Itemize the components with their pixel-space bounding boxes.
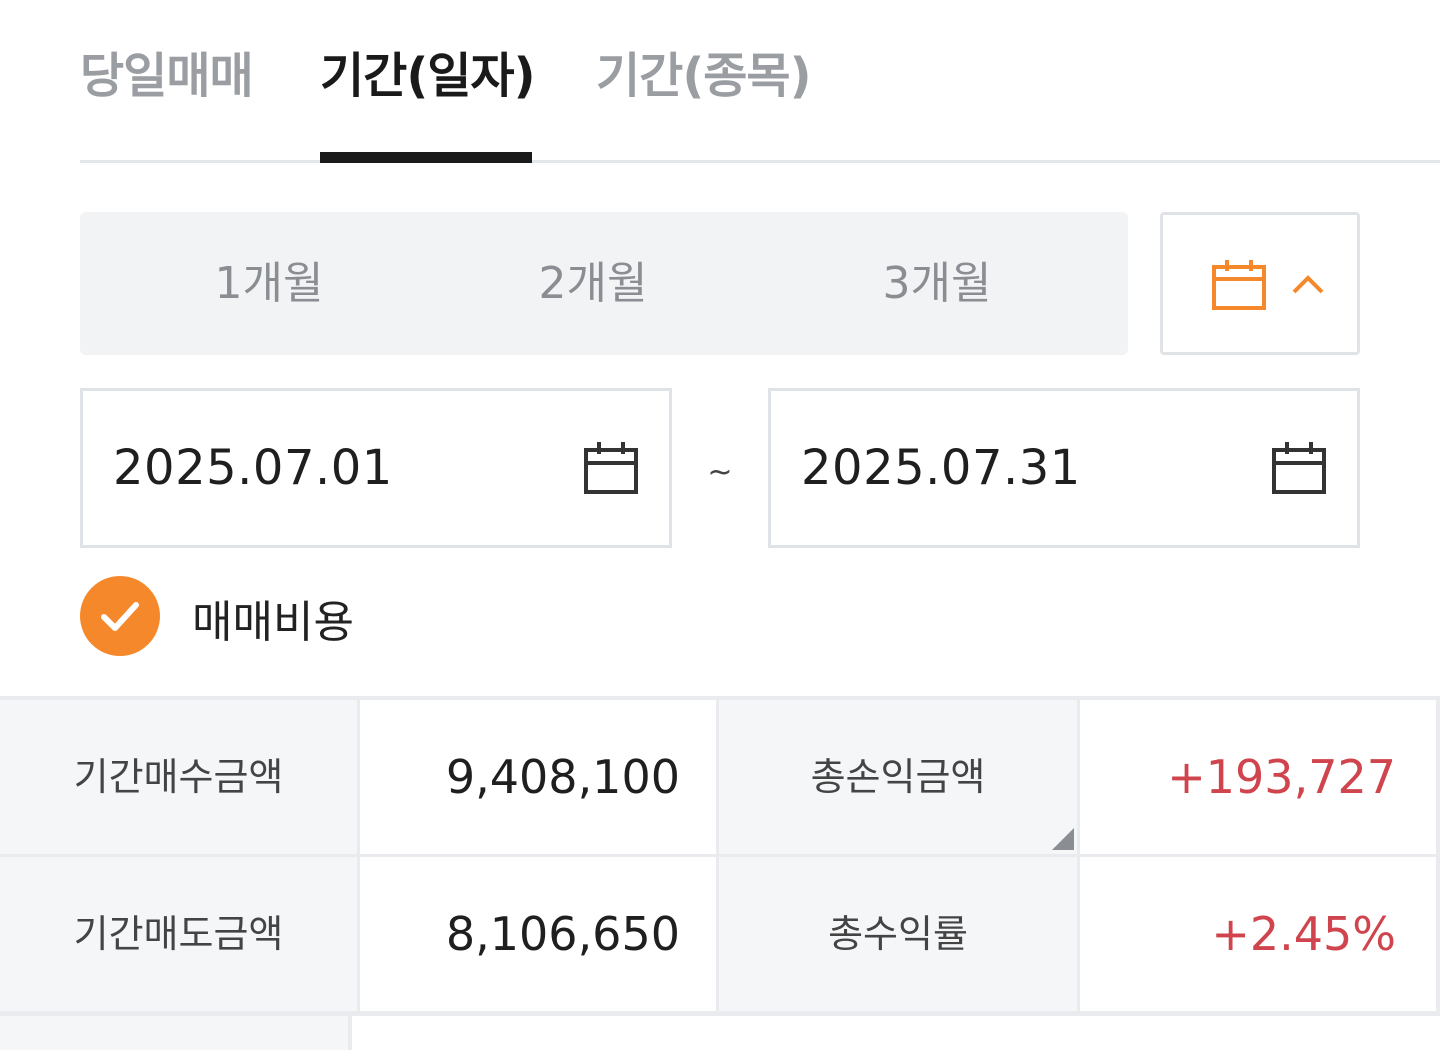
trade-cost-option: 매매비용 bbox=[80, 576, 480, 656]
calendar-icon bbox=[1211, 259, 1267, 315]
period-1-month-button[interactable]: 1개월 bbox=[80, 212, 458, 355]
chevron-up-icon bbox=[1291, 273, 1325, 299]
sell-amount-label: 기간매도금액 bbox=[0, 857, 357, 1011]
period-selector: 1개월 2개월 3개월 bbox=[80, 212, 1128, 355]
calendar-toggle-button[interactable] bbox=[1160, 212, 1360, 355]
trade-cost-checkbox[interactable] bbox=[80, 576, 160, 656]
period-2-month-button[interactable]: 2개월 bbox=[420, 212, 766, 355]
total-return-value: +2.45% bbox=[1080, 857, 1436, 1011]
tab-daily-trade[interactable]: 당일매매 bbox=[80, 36, 254, 106]
start-date-field[interactable]: 2025.07.01 bbox=[80, 388, 672, 548]
tab-period-stock[interactable]: 기간(종목) bbox=[596, 36, 812, 106]
tab-bar: 당일매매 기간(일자) 기간(종목) bbox=[80, 0, 1440, 163]
expand-corner-icon bbox=[1052, 828, 1074, 850]
table-row-partial-label bbox=[0, 1016, 348, 1050]
date-range-separator: ~ bbox=[707, 455, 733, 490]
calendar-icon bbox=[583, 441, 639, 499]
checkmark-icon bbox=[101, 602, 139, 631]
period-3-month-button[interactable]: 3개월 bbox=[760, 212, 1114, 355]
end-date-field[interactable]: 2025.07.31 bbox=[768, 388, 1360, 548]
total-pnl-label[interactable]: 총손익금액 bbox=[719, 700, 1077, 854]
active-tab-indicator bbox=[320, 152, 532, 163]
trade-cost-label: 매매비용 bbox=[192, 597, 354, 648]
buy-amount-value: 9,408,100 bbox=[360, 700, 716, 854]
calendar-icon bbox=[1271, 441, 1327, 499]
start-date-value: 2025.07.01 bbox=[113, 440, 393, 496]
sell-amount-value: 8,106,650 bbox=[360, 857, 716, 1011]
table-row-partial-value bbox=[352, 1016, 1440, 1050]
total-pnl-value: +193,727 bbox=[1080, 700, 1436, 854]
end-date-value: 2025.07.31 bbox=[801, 440, 1081, 496]
tab-period-date[interactable]: 기간(일자) bbox=[320, 36, 536, 106]
total-return-label: 총수익률 bbox=[719, 857, 1077, 1011]
buy-amount-label: 기간매수금액 bbox=[0, 700, 357, 854]
